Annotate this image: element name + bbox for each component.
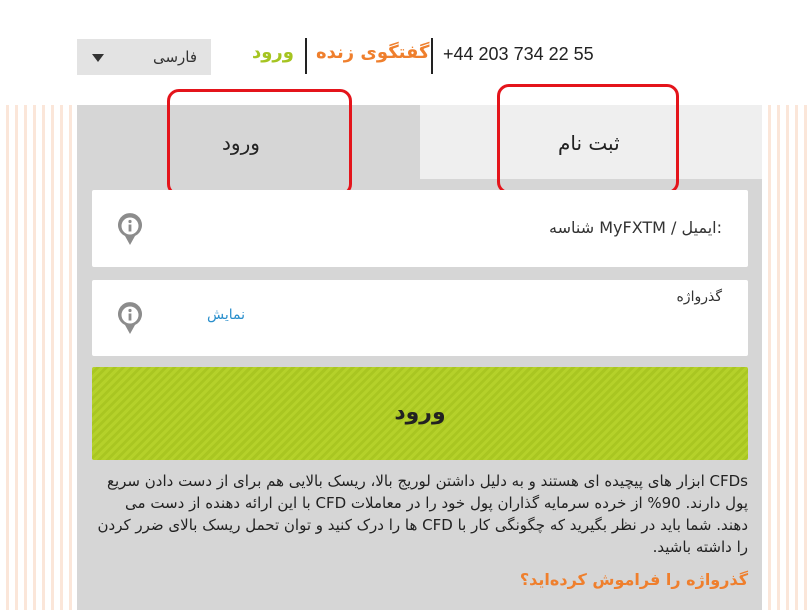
forgot-password-link[interactable]: گذرواژه را فراموش کرده‌اید؟	[520, 570, 748, 589]
header-divider	[305, 38, 307, 74]
phone-number: +44 203 734 22 55	[443, 44, 594, 64]
show-password-toggle[interactable]: نمایش	[207, 307, 245, 323]
login-submit-button[interactable]: ورود	[92, 367, 748, 460]
password-label: گذرواژه	[676, 289, 722, 305]
password-field[interactable]: گذرواژه نمایش	[92, 280, 748, 356]
decorative-stripes-left	[0, 105, 78, 610]
live-chat-link[interactable]: گفتگوی زنده	[316, 42, 429, 63]
username-label: شناسه MyFXTM / ایمیل:	[549, 218, 722, 237]
risk-disclaimer: CFDs ابزار های پیچیده ای هستند و به دلیل…	[97, 472, 748, 556]
language-select[interactable]: فارسی	[77, 39, 211, 75]
decorative-stripes-right	[762, 105, 809, 610]
highlight-box-login-tab	[167, 89, 352, 196]
username-field[interactable]: شناسه MyFXTM / ایمیل:	[92, 190, 748, 267]
login-submit-label: ورود	[394, 400, 446, 425]
highlight-box-register-tab	[497, 84, 679, 194]
language-select-value: فارسی	[152, 48, 197, 66]
header-login-link[interactable]: ورود	[252, 42, 294, 63]
info-icon[interactable]	[116, 301, 144, 335]
header-divider	[431, 38, 433, 74]
chevron-down-icon	[92, 54, 104, 62]
info-icon[interactable]	[116, 212, 144, 246]
